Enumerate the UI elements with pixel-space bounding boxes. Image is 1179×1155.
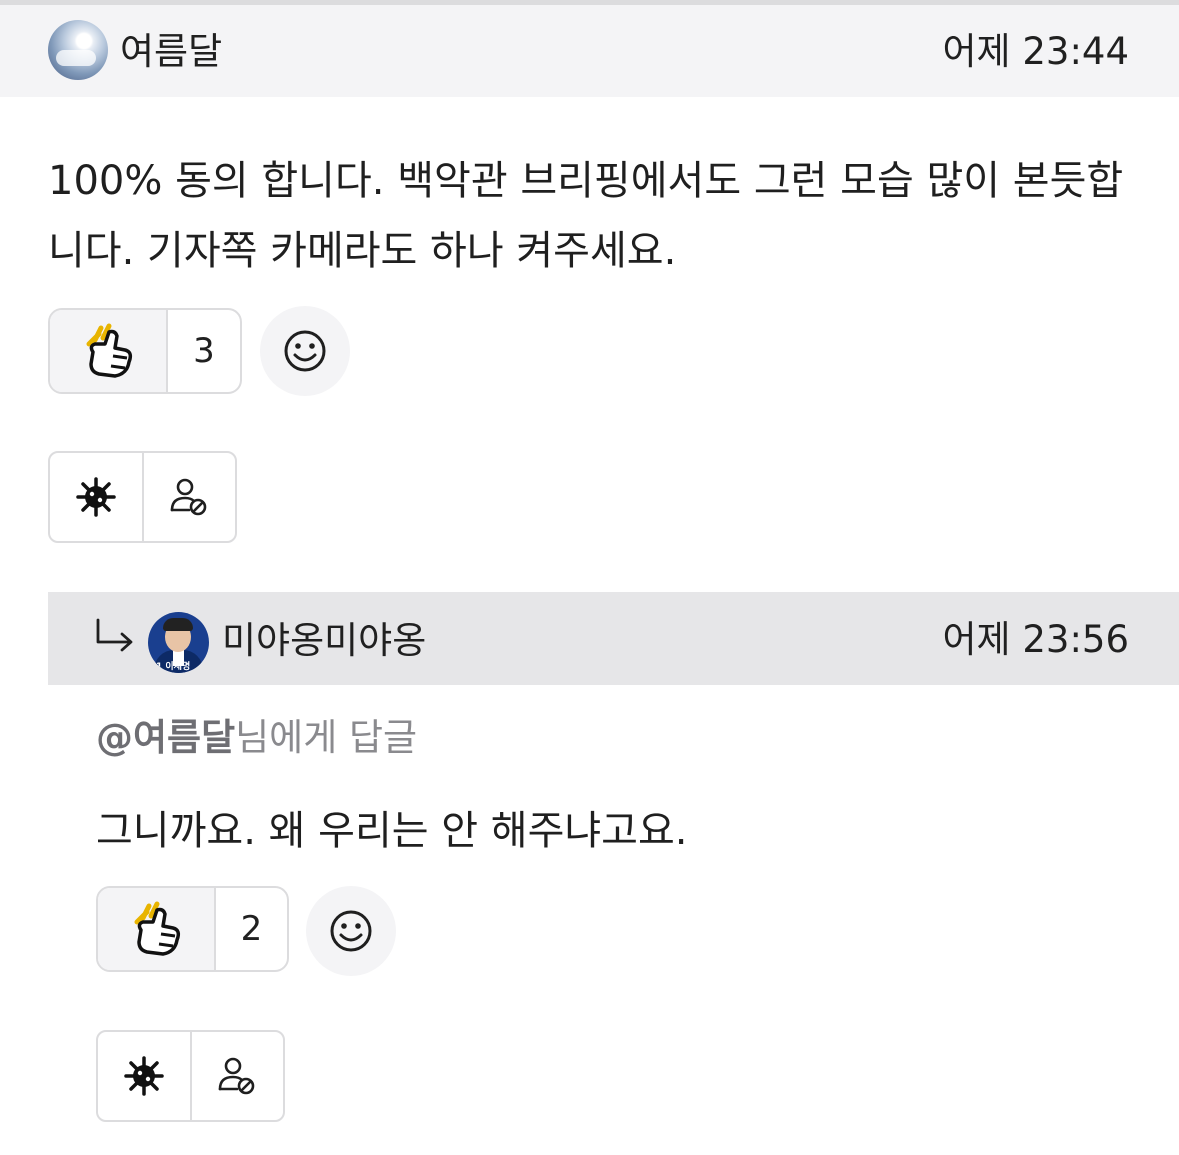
thumbs-up-icon xyxy=(50,310,168,392)
smiley-icon xyxy=(284,330,326,372)
block-user-icon xyxy=(218,1057,255,1095)
avatar-cloud xyxy=(56,50,96,66)
report-button[interactable] xyxy=(98,1032,190,1120)
reply-reaction-button[interactable]: 2 xyxy=(96,886,289,972)
block-user-button[interactable] xyxy=(141,453,236,541)
reaction-button[interactable]: 3 xyxy=(48,308,242,394)
comment-text: 100% 동의 합니다. 백악관 브리핑에서도 그런 모습 많이 본듯합니다. … xyxy=(48,158,1124,274)
avatar-hair xyxy=(163,618,193,631)
reply-arrow-icon xyxy=(96,618,133,652)
add-reaction-button[interactable] xyxy=(260,306,350,396)
mention-suffix: 님에게 답글 xyxy=(235,716,418,759)
reply-add-reaction-button[interactable] xyxy=(306,886,396,976)
reply-mention: @여름달님에게 답글 xyxy=(96,716,417,760)
mention-name[interactable]: @여름달 xyxy=(96,716,235,759)
reply-timestamp: 어제 23:56 xyxy=(942,618,1129,661)
block-user-button[interactable] xyxy=(189,1032,284,1120)
report-button[interactable] xyxy=(50,453,142,541)
comment-actions xyxy=(48,451,237,543)
avatar-tag: 1 이재명 xyxy=(156,662,191,672)
reply-author-name[interactable]: 미야옹미야옹 xyxy=(222,619,426,663)
smiley-icon xyxy=(330,910,372,952)
virus-icon xyxy=(76,477,116,517)
reaction-count: 3 xyxy=(193,331,215,371)
block-user-icon xyxy=(170,478,207,516)
reaction-count: 2 xyxy=(240,909,263,949)
comment-timestamp: 어제 23:44 xyxy=(942,30,1129,73)
thumbs-up-icon xyxy=(98,888,216,970)
virus-icon xyxy=(124,1056,164,1096)
reply-avatar[interactable]: 1 이재명 xyxy=(148,612,209,673)
reply-text: 그니까요. 왜 우리는 안 해주냐고요. xyxy=(96,808,688,854)
avatar[interactable] xyxy=(48,20,108,80)
reply-actions xyxy=(96,1030,285,1122)
author-name[interactable]: 여름달 xyxy=(120,30,222,74)
